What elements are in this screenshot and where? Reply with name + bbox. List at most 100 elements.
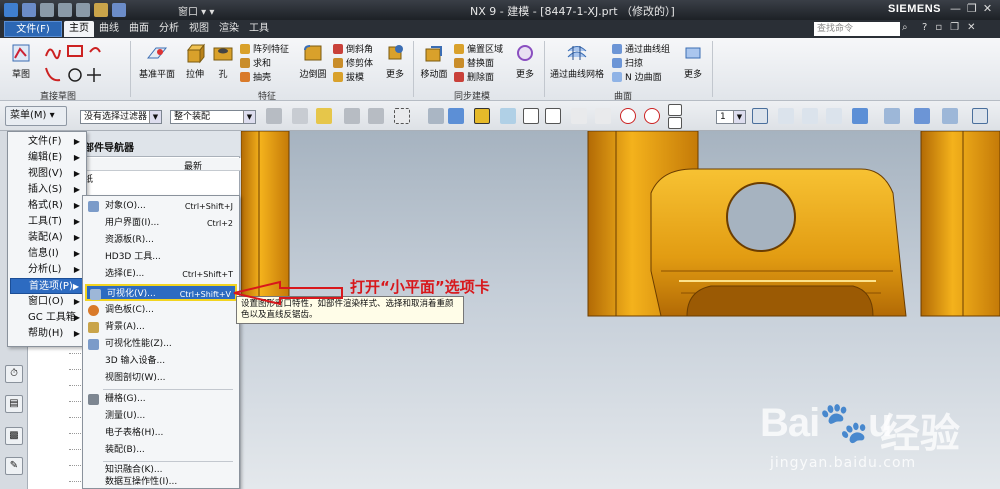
switch-window-icon[interactable] xyxy=(112,3,126,17)
pan-icon[interactable] xyxy=(826,108,842,124)
move-face-button[interactable]: 移动面 xyxy=(418,42,450,80)
window-dropdown[interactable]: 窗口 ▾ ▾ xyxy=(178,3,214,18)
submenu-item-data-interop[interactable]: 数据互操作性(I)... xyxy=(85,475,237,489)
minimize-button[interactable]: — xyxy=(950,2,961,15)
menu-item-info[interactable]: 信息(I) ▶ xyxy=(10,246,84,262)
close-small-icon[interactable]: ✕ xyxy=(967,22,975,33)
restore-small-icon[interactable]: ❐ xyxy=(950,22,959,33)
search-icon[interactable]: ⌕ xyxy=(902,22,908,33)
tab-home[interactable]: 主页 xyxy=(64,21,94,37)
selection-filter-select[interactable]: 没有选择过滤器 ▼ xyxy=(80,110,162,124)
trim-body-button[interactable]: 修剪体 xyxy=(333,56,373,69)
menu-item-preferences[interactable]: 首选项(P) ▶ xyxy=(10,278,84,294)
background-icon[interactable] xyxy=(914,108,930,124)
submenu-item-assembly[interactable]: 装配(B)... xyxy=(85,442,237,459)
hole-button[interactable]: 孔 xyxy=(212,42,234,80)
chamfer-button[interactable]: 倒斜角 xyxy=(333,42,373,55)
rectangle-select-icon[interactable] xyxy=(394,108,410,124)
sweep-button[interactable]: 扫掠 xyxy=(612,56,643,69)
undo-icon[interactable] xyxy=(40,3,54,17)
tab-surface[interactable]: 曲面 xyxy=(124,21,154,37)
redo-icon[interactable] xyxy=(58,3,72,17)
sketch-button[interactable]: 草图 xyxy=(6,42,36,80)
menu-item-view[interactable]: 视图(V) ▶ xyxy=(10,166,84,182)
point-on-face-icon[interactable] xyxy=(668,117,682,129)
paste-icon[interactable] xyxy=(94,3,108,17)
tab-analysis[interactable]: 分析 xyxy=(154,21,184,37)
submenu-item-view-section[interactable]: 视图剖切(W)... xyxy=(85,370,237,387)
restore-button[interactable]: ❐ xyxy=(967,2,977,15)
submenu-item-hd3d[interactable]: HD3D 工具... xyxy=(85,249,237,266)
offset-region-button[interactable]: 偏置区域 xyxy=(454,42,503,55)
snap-mode-icon[interactable] xyxy=(500,108,516,124)
menu-item-edit[interactable]: 编辑(E) ▶ xyxy=(10,150,84,166)
tab-tools[interactable]: 工具 xyxy=(244,21,274,37)
general-select-icon[interactable] xyxy=(316,108,332,124)
submenu-item-visualization-performance[interactable]: 可视化性能(Z)... xyxy=(85,336,237,353)
edit-section-icon[interactable] xyxy=(942,108,958,124)
zoom-icon[interactable] xyxy=(778,108,794,124)
copy-icon[interactable] xyxy=(76,3,90,17)
snap-tool-icon[interactable] xyxy=(292,108,308,124)
through-curves-button[interactable]: 通过曲线组 xyxy=(612,42,670,55)
role-icon[interactable]: ✎ xyxy=(5,457,23,475)
submenu-item-visualization[interactable]: 可视化(V)... Ctrl+Shift+V xyxy=(85,284,237,301)
submenu-item-background[interactable]: 背景(A)... xyxy=(85,319,237,336)
shell-button[interactable]: 抽壳 xyxy=(240,70,271,83)
tab-curve[interactable]: 曲线 xyxy=(94,21,124,37)
orient-view-icon[interactable] xyxy=(884,108,900,124)
submenu-item-spreadsheet[interactable]: 电子表格(H)... xyxy=(85,425,237,442)
menu-item-format[interactable]: 格式(R) ▶ xyxy=(10,198,84,214)
select-tool-icon[interactable] xyxy=(266,108,282,124)
datum-plane-button[interactable]: 基准平面 xyxy=(136,42,178,80)
replace-face-button[interactable]: 替换面 xyxy=(454,56,494,69)
clip-section-icon[interactable] xyxy=(972,108,988,124)
menu-item-help[interactable]: 帮助(H) ▶ xyxy=(10,326,84,342)
selection-scope-select[interactable]: 整个装配 ▼ xyxy=(170,110,256,124)
menu-item-file[interactable]: 文件(F) ▶ xyxy=(10,134,84,150)
menu-item-insert[interactable]: 插入(S) ▶ xyxy=(10,182,84,198)
tab-render[interactable]: 渲染 xyxy=(214,21,244,37)
reuse-library-icon[interactable]: ▤ xyxy=(5,395,23,413)
render-style-icon[interactable] xyxy=(852,108,868,124)
menu-item-assembly[interactable]: 装配(A) ▶ xyxy=(10,230,84,246)
shaded-icon[interactable] xyxy=(448,108,464,124)
point-on-curve-icon[interactable] xyxy=(668,104,682,116)
submenu-item-user-interface[interactable]: 用户界面(I)... Ctrl+2 xyxy=(85,215,237,232)
rotate-icon[interactable] xyxy=(802,108,818,124)
wireframe-icon[interactable] xyxy=(428,108,444,124)
close-button[interactable]: ✕ xyxy=(983,2,992,15)
submenu-item-object[interactable]: 对象(O)... Ctrl+Shift+J xyxy=(85,198,237,215)
save-icon[interactable] xyxy=(22,3,36,17)
submenu-item-resource-bar[interactable]: 资源板(R)... xyxy=(85,232,237,249)
delete-face-button[interactable]: 删除面 xyxy=(454,70,494,83)
control-point-icon[interactable] xyxy=(571,108,587,124)
menu-item-tools[interactable]: 工具(T) ▶ xyxy=(10,214,84,230)
tab-view[interactable]: 视图 xyxy=(184,21,214,37)
command-search-input[interactable]: 查找命令 xyxy=(814,22,900,36)
through-curve-mesh-button[interactable]: 通过曲线网格 xyxy=(548,42,606,80)
select-edge-icon[interactable] xyxy=(368,108,384,124)
ribbon-options-icon[interactable]: ▫ xyxy=(935,22,942,33)
help-icon[interactable]: ? xyxy=(922,22,927,33)
unite-button[interactable]: 求和 xyxy=(240,56,271,69)
submenu-item-selection[interactable]: 选择(E)... Ctrl+Shift+T xyxy=(85,266,237,283)
end-point-icon[interactable] xyxy=(523,108,539,124)
mid-point-icon[interactable] xyxy=(545,108,561,124)
palette-icon[interactable]: ▩ xyxy=(5,427,23,445)
submenu-item-grid[interactable]: 栅格(G)... xyxy=(85,391,237,408)
quadrant-point-icon[interactable] xyxy=(644,108,660,124)
more-feature-button[interactable]: 更多 xyxy=(382,42,408,80)
work-layer-select[interactable]: 1 ▼ xyxy=(716,110,746,124)
menu-item-window[interactable]: 窗口(O) ▶ xyxy=(10,294,84,310)
nx-logo-icon[interactable] xyxy=(4,3,18,17)
edge-blend-button[interactable]: 边倒圆 xyxy=(296,42,330,80)
draft-button[interactable]: 拔模 xyxy=(333,70,364,83)
menu-item-gc-toolkit[interactable]: GC 工具箱 ▶ xyxy=(10,310,84,326)
file-tab[interactable]: 文件(F) xyxy=(4,21,62,37)
submenu-item-measure[interactable]: 测量(U)... xyxy=(85,408,237,425)
n-sided-button[interactable]: N 边曲面 xyxy=(612,70,662,83)
more-surface-button[interactable]: 更多 xyxy=(680,42,706,80)
extrude-button[interactable]: 拉伸 xyxy=(181,42,209,80)
more-sync-button[interactable]: 更多 xyxy=(512,42,538,80)
